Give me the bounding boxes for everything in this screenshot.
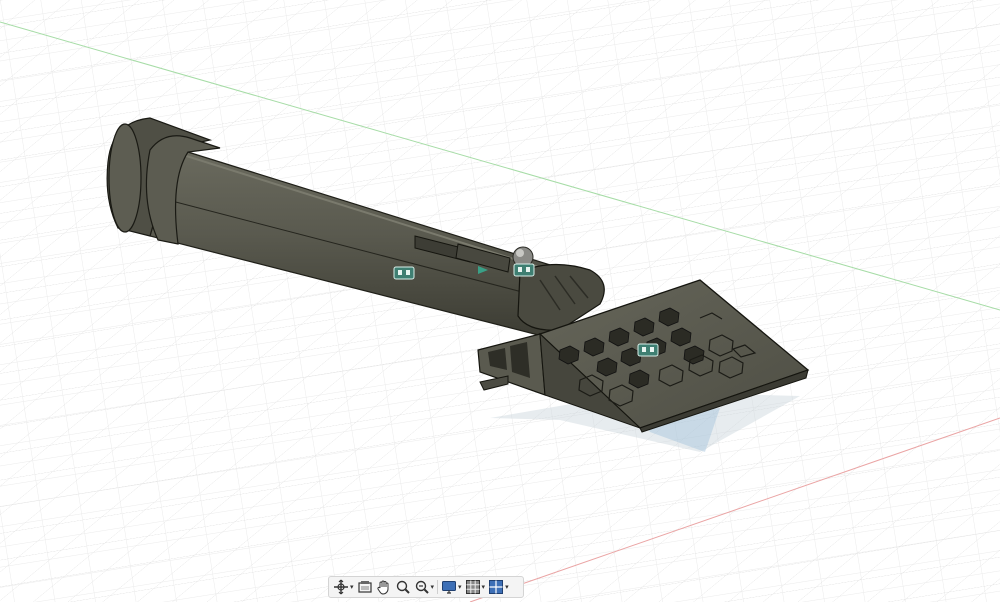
fit-zoom-icon — [415, 580, 429, 594]
navigation-bar: ▾ ▾ ▾ ▾ ▾ — [328, 576, 524, 598]
pan-button[interactable] — [375, 578, 393, 596]
zoom-button[interactable] — [394, 578, 412, 596]
display-icon — [442, 581, 457, 594]
chevron-down-icon: ▾ — [505, 582, 509, 591]
hand-icon — [376, 580, 389, 595]
orbit-button[interactable]: ▾ — [332, 578, 355, 596]
look-at-icon — [357, 581, 372, 593]
chevron-down-icon: ▾ — [458, 582, 462, 591]
grid-snaps-button[interactable]: ▾ — [464, 578, 487, 596]
joint-marker-3[interactable] — [637, 343, 659, 357]
viewports-icon — [489, 580, 504, 594]
joint-marker-1[interactable] — [393, 266, 415, 280]
end-cap-rim — [108, 123, 142, 233]
sensor-dome-shine — [516, 249, 524, 257]
grid-icon — [465, 580, 480, 594]
chevron-down-icon: ▾ — [481, 582, 486, 591]
display-settings-button[interactable]: ▾ — [440, 578, 463, 596]
orbit-icon — [334, 579, 348, 595]
joint-marker-2[interactable] — [513, 263, 535, 277]
design-canvas[interactable] — [0, 0, 1000, 602]
look-at-button[interactable] — [356, 578, 374, 596]
zoom-icon — [396, 580, 410, 594]
viewports-button[interactable]: ▾ — [487, 578, 510, 596]
fit-button[interactable]: ▾ — [413, 578, 436, 596]
toolbar-divider — [437, 580, 439, 594]
chevron-down-icon: ▾ — [430, 582, 435, 591]
chevron-down-icon: ▾ — [350, 582, 354, 591]
